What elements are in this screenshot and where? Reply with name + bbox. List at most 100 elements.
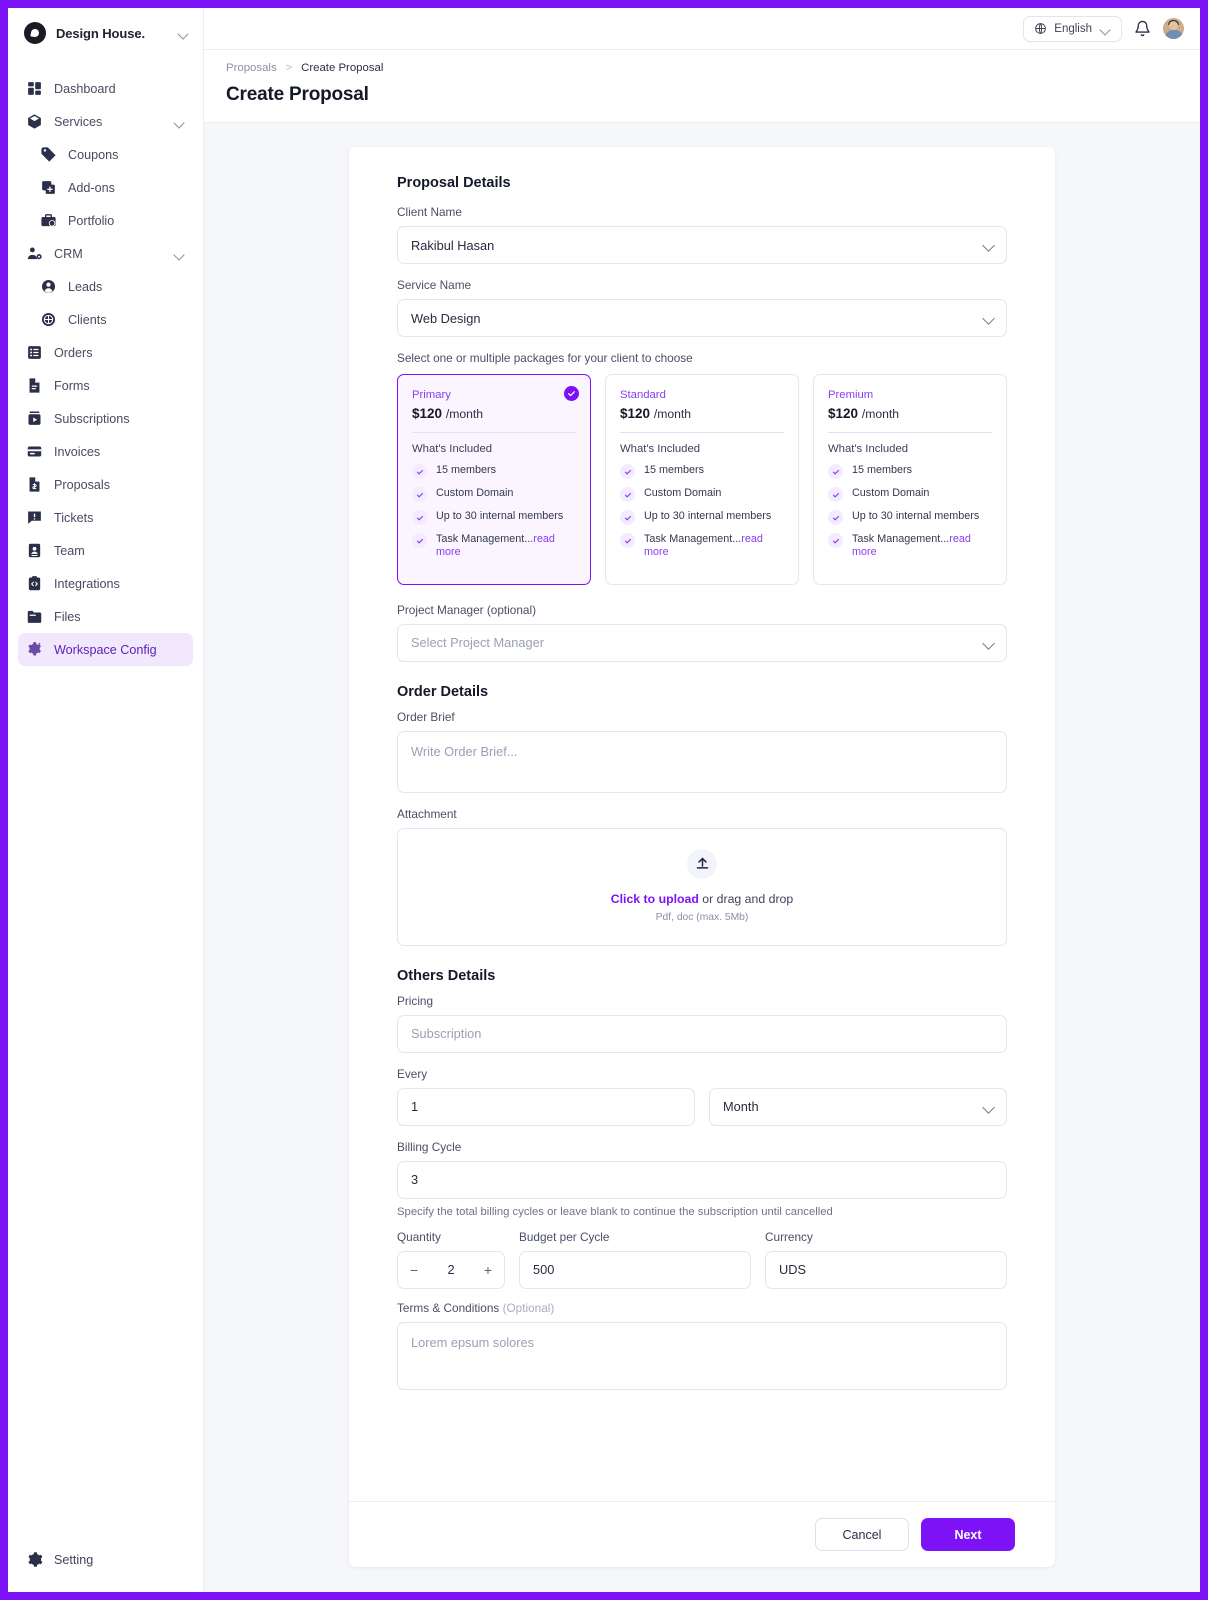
breadcrumb-parent[interactable]: Proposals	[226, 62, 277, 74]
sidebar-item-crm[interactable]: CRM	[18, 237, 193, 270]
billing-cycle-input[interactable]: 3	[397, 1161, 1007, 1199]
package-card-premium[interactable]: Premium$120 /monthWhat's Included15 memb…	[813, 374, 1007, 585]
bell-icon[interactable]	[1134, 20, 1151, 37]
every-value-input[interactable]: 1	[397, 1088, 695, 1126]
check-icon	[828, 487, 843, 502]
folder-icon	[26, 608, 43, 625]
order-brief-field: Order Brief Write Order Brief...	[397, 710, 1007, 793]
sidebar-item-files[interactable]: Files	[18, 600, 193, 633]
app-window: Design House. Dashboard Services Coupons Ad…	[8, 8, 1200, 1592]
budget-per-cycle-label: Budget per Cycle	[519, 1230, 751, 1244]
box-icon	[26, 113, 43, 130]
package-feature: Up to 30 internal members	[412, 510, 576, 525]
sidebar-item-add-ons[interactable]: Add-ons	[18, 171, 193, 204]
packages-hint: Select one or multiple packages for your…	[397, 351, 1007, 365]
client-name-select[interactable]: Rakibul Hasan	[397, 226, 1007, 264]
terms-label-text: Terms & Conditions	[397, 1301, 499, 1315]
attachment-label: Attachment	[397, 807, 1007, 821]
click-to-upload-link[interactable]: Click to upload	[611, 892, 699, 906]
proposal-icon	[26, 476, 43, 493]
check-icon	[620, 487, 635, 502]
sidebar-item-portfolio[interactable]: Portfolio	[18, 204, 193, 237]
pricing-input[interactable]: Subscription	[397, 1015, 1007, 1053]
client-name-field: Client Name Rakibul Hasan	[397, 205, 1007, 264]
globe-icon	[1034, 22, 1047, 35]
chevron-down-icon[interactable]	[173, 116, 185, 128]
package-price: $120 /month	[828, 406, 992, 421]
attachment-dropzone[interactable]: Click to upload or drag and drop Pdf, do…	[397, 828, 1007, 946]
package-feature-text: Task Management...	[644, 533, 741, 545]
sidebar-item-clients[interactable]: Clients	[18, 303, 193, 336]
sidebar-item-forms[interactable]: Forms	[18, 369, 193, 402]
billing-cycle-helper: Specify the total billing cycles or leav…	[397, 1206, 1007, 1218]
package-price-period: /month	[654, 407, 691, 421]
quantity-field: Quantity − 2 +	[397, 1230, 505, 1289]
every-unit-value: Month	[723, 1099, 759, 1114]
package-feature: 15 members	[412, 464, 576, 479]
check-icon	[620, 533, 635, 548]
package-card-primary[interactable]: Primary$120 /monthWhat's Included15 memb…	[397, 374, 591, 585]
check-icon	[412, 510, 427, 525]
sidebar-item-label: Clients	[68, 313, 185, 327]
brand-switcher[interactable]: Design House.	[8, 8, 203, 58]
others-details-heading: Others Details	[397, 968, 1007, 984]
sidebar-item-orders[interactable]: Orders	[18, 336, 193, 369]
check-icon	[620, 464, 635, 479]
gear-sparkle-icon	[26, 641, 43, 658]
package-feature-label: Task Management...read more	[436, 533, 576, 560]
quantity-stepper[interactable]: − 2 +	[397, 1251, 505, 1289]
sidebar-item-proposals[interactable]: Proposals	[18, 468, 193, 501]
sidebar-item-workspace-config[interactable]: Workspace Config	[18, 633, 193, 666]
currency-input[interactable]: UDS	[765, 1251, 1007, 1289]
package-feature-text: Task Management...	[852, 533, 949, 545]
sidebar-item-services[interactable]: Services	[18, 105, 193, 138]
package-included-label: What's Included	[412, 443, 576, 455]
sidebar-item-leads[interactable]: Leads	[18, 270, 193, 303]
sidebar-item-subscriptions[interactable]: Subscriptions	[18, 402, 193, 435]
every-unit-select[interactable]: Month	[709, 1088, 1007, 1126]
check-icon	[412, 464, 427, 479]
sidebar-item-team[interactable]: Team	[18, 534, 193, 567]
record-logo-icon	[24, 22, 46, 44]
order-details-heading: Order Details	[397, 684, 1007, 700]
budget-per-cycle-input[interactable]: 500	[519, 1251, 751, 1289]
sidebar-item-label: Services	[54, 115, 162, 129]
language-selector[interactable]: English	[1023, 16, 1122, 42]
upload-hint: Pdf, doc (max. 5Mb)	[656, 912, 749, 923]
package-card-standard[interactable]: Standard$120 /monthWhat's Included15 mem…	[605, 374, 799, 585]
package-price-amount: $120	[412, 406, 442, 421]
sidebar-item-setting[interactable]: Setting	[18, 1543, 193, 1576]
sidebar-item-tickets[interactable]: Tickets	[18, 501, 193, 534]
sidebar-item-integrations[interactable]: Integrations	[18, 567, 193, 600]
service-name-select[interactable]: Web Design	[397, 299, 1007, 337]
ticket-icon	[26, 509, 43, 526]
sidebar-item-label: Dashboard	[54, 82, 185, 96]
check-icon	[620, 510, 635, 525]
quantity-decrement-button[interactable]: −	[410, 1263, 418, 1277]
sidebar-item-dashboard[interactable]: Dashboard	[18, 72, 193, 105]
package-feature-label: Up to 30 internal members	[644, 510, 771, 523]
package-list: Primary$120 /monthWhat's Included15 memb…	[397, 374, 1007, 585]
chevron-down-icon[interactable]	[173, 248, 185, 260]
package-feature-label: 15 members	[852, 464, 912, 477]
terms-textarea[interactable]: Lorem epsum solores	[397, 1322, 1007, 1390]
order-brief-textarea[interactable]: Write Order Brief...	[397, 731, 1007, 793]
list-icon	[26, 344, 43, 361]
package-feature: Up to 30 internal members	[620, 510, 784, 525]
cancel-button[interactable]: Cancel	[815, 1518, 909, 1551]
quantity-value: 2	[447, 1262, 454, 1277]
service-name-label: Service Name	[397, 278, 1007, 292]
sidebar-item-label: Add-ons	[68, 181, 185, 195]
user-circle-icon	[40, 278, 57, 295]
sidebar-item-label: Workspace Config	[54, 643, 185, 657]
chevron-down-icon[interactable]	[177, 27, 189, 39]
document-icon	[26, 377, 43, 394]
upload-instruction: Click to upload or drag and drop	[611, 892, 793, 906]
avatar[interactable]	[1163, 18, 1184, 39]
sidebar-item-invoices[interactable]: Invoices	[18, 435, 193, 468]
next-button[interactable]: Next	[921, 1518, 1015, 1551]
package-feature-label: Task Management...read more	[644, 533, 784, 560]
sidebar-item-coupons[interactable]: Coupons	[18, 138, 193, 171]
project-manager-select[interactable]: Select Project Manager	[397, 624, 1007, 662]
quantity-increment-button[interactable]: +	[484, 1263, 492, 1277]
